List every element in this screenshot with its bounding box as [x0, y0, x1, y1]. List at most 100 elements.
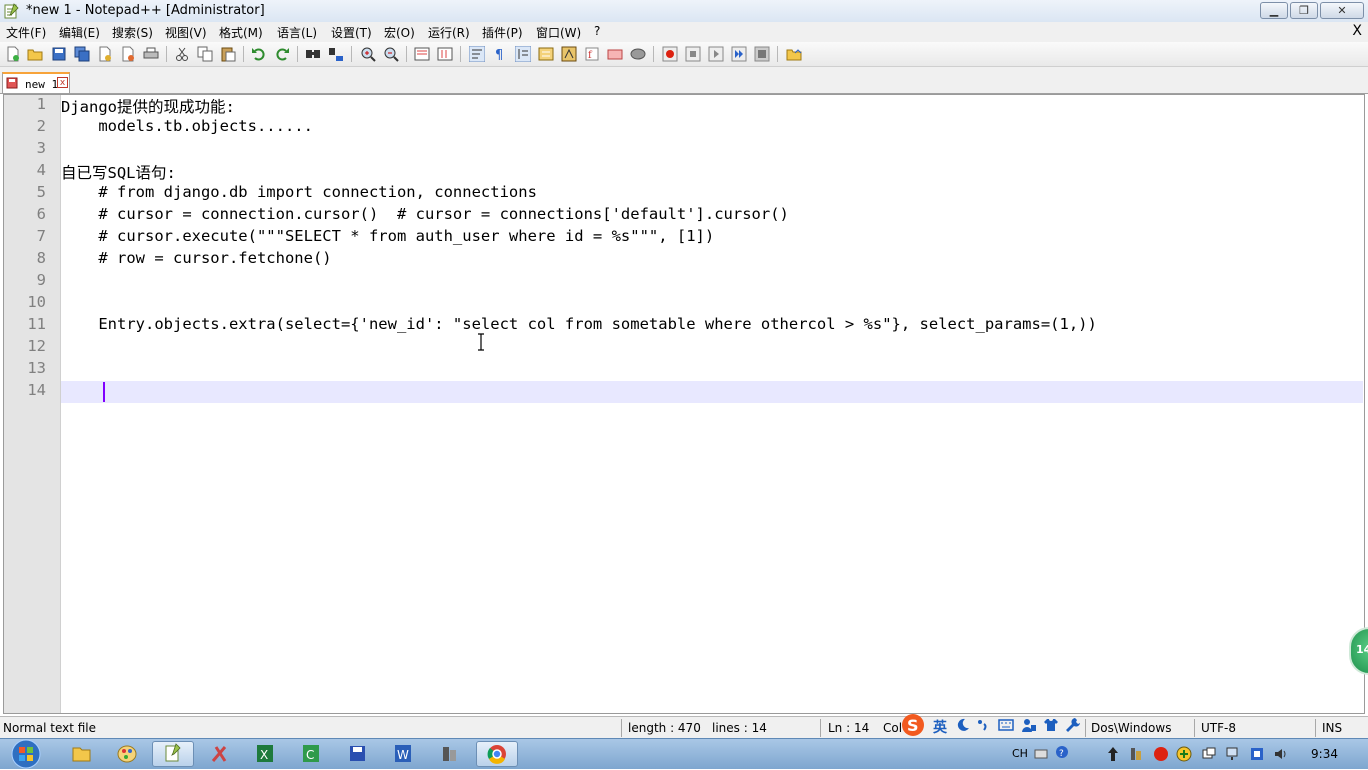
word-icon: W — [395, 745, 411, 762]
taskbar-word[interactable]: W — [382, 741, 424, 767]
monitor-icon[interactable] — [630, 46, 646, 62]
sync-horizontal-icon[interactable] — [437, 46, 453, 62]
sogou-logo-icon[interactable]: S — [898, 712, 928, 738]
taskbar-clock[interactable]: 9:34 — [1311, 747, 1338, 761]
restore-button[interactable]: ❐ — [1290, 2, 1318, 19]
ime-toolbar: S 英 — [898, 712, 1086, 738]
menu-window[interactable]: 窗口(W) — [536, 24, 581, 41]
save-icon[interactable] — [51, 46, 67, 62]
new-file-icon[interactable] — [5, 46, 21, 62]
c-app-icon: C — [303, 745, 319, 762]
taskbar-paint[interactable] — [106, 741, 148, 767]
tray-tool-icon[interactable] — [1128, 746, 1144, 762]
moon-icon[interactable] — [956, 718, 970, 732]
tray-add-icon[interactable] — [1176, 746, 1192, 762]
title-bar: *new 1 - Notepad++ [Administrator] ▁ ❐ ✕ — [0, 0, 1368, 23]
tab-new-1[interactable]: new 1 x — [2, 72, 70, 93]
menu-view[interactable]: 视图(V) — [165, 24, 207, 41]
lang-define-icon[interactable] — [538, 46, 554, 62]
tray-keyboard-icon[interactable] — [1034, 747, 1048, 761]
zoom-out-icon[interactable] — [383, 46, 399, 62]
tray-app-icon[interactable] — [1249, 746, 1265, 762]
menu-language[interactable]: 语言(L) — [277, 24, 317, 41]
line-number: 8 — [36, 249, 46, 267]
word-wrap-icon[interactable] — [469, 46, 485, 62]
paste-icon[interactable] — [220, 46, 236, 62]
sync-vertical-icon[interactable] — [414, 46, 430, 62]
open-file-icon[interactable] — [27, 46, 43, 62]
menu-edit[interactable]: 编辑(E) — [59, 24, 100, 41]
wrench-icon[interactable] — [1065, 717, 1081, 733]
ibeam-cursor-icon — [478, 333, 484, 351]
print-icon[interactable] — [143, 46, 159, 62]
doc-map-icon[interactable] — [561, 46, 577, 62]
play-macro-icon[interactable] — [708, 46, 724, 62]
tray-window-icon[interactable] — [1201, 746, 1217, 762]
menu-format[interactable]: 格式(M) — [219, 24, 263, 41]
menu-file[interactable]: 文件(F) — [6, 24, 46, 41]
tab-close-icon[interactable]: x — [57, 77, 68, 88]
function-list-icon[interactable]: f — [584, 46, 600, 62]
minimize-icon: ▁ — [1269, 4, 1279, 17]
code-line: # row = cursor.fetchone() — [61, 249, 332, 267]
close-all-icon[interactable] — [120, 46, 136, 62]
taskbar-save-app[interactable] — [336, 741, 378, 767]
punctuation-icon[interactable] — [976, 718, 990, 732]
folder-workspace-icon[interactable] — [607, 46, 623, 62]
record-macro-icon[interactable] — [662, 46, 678, 62]
user-icon[interactable] — [1021, 717, 1037, 733]
code-line: 自已写SQL语句: — [61, 164, 176, 182]
taskbar: X C W CH ? 9:34 — [0, 738, 1368, 769]
close-document-button[interactable]: X — [1352, 23, 1362, 39]
menu-search[interactable]: 搜索(S) — [112, 24, 153, 41]
current-line-highlight — [61, 381, 1363, 403]
line-number: 1 — [36, 95, 46, 113]
taskbar-excel[interactable]: X — [244, 741, 286, 767]
tray-arrow-up-icon[interactable] — [1106, 746, 1120, 762]
line-number: 12 — [27, 337, 46, 355]
taskbar-chrome[interactable] — [476, 741, 518, 767]
menu-settings[interactable]: 设置(T) — [331, 24, 372, 41]
unsaved-file-icon — [6, 77, 18, 89]
tray-input-language[interactable]: CH — [1012, 747, 1028, 760]
close-window-button[interactable]: ✕ — [1320, 2, 1364, 19]
line-number: 9 — [36, 271, 46, 289]
skin-shirt-icon[interactable] — [1043, 717, 1059, 733]
menu-help[interactable]: ? — [594, 24, 600, 38]
taskbar-explorer[interactable] — [60, 741, 102, 767]
indent-guide-icon[interactable] — [515, 46, 531, 62]
line-number: 5 — [36, 183, 46, 201]
ime-language-toggle[interactable]: 英 — [933, 717, 947, 737]
save-macro-icon[interactable] — [754, 46, 770, 62]
start-button-icon[interactable] — [6, 739, 46, 769]
taskbar-c-app[interactable]: C — [290, 741, 332, 767]
tray-record-icon[interactable] — [1153, 746, 1169, 762]
minimize-button[interactable]: ▁ — [1260, 2, 1288, 19]
close-icon[interactable] — [97, 46, 113, 62]
stop-record-icon[interactable] — [685, 46, 701, 62]
menu-macro[interactable]: 宏(O) — [384, 24, 415, 41]
replace-icon[interactable] — [328, 46, 344, 62]
menu-plugins[interactable]: 插件(P) — [482, 24, 523, 41]
undo-icon[interactable] — [251, 46, 267, 62]
zoom-in-icon[interactable] — [360, 46, 376, 62]
taskbar-notepadpp[interactable] — [152, 741, 194, 767]
notepadpp-icon — [4, 3, 19, 19]
show-all-chars-icon[interactable]: ¶ — [492, 46, 508, 62]
code-line: models.tb.objects...... — [61, 117, 313, 135]
copy-icon[interactable] — [197, 46, 213, 62]
taskbar-tool[interactable] — [198, 741, 240, 767]
redo-icon[interactable] — [274, 46, 290, 62]
editor[interactable]: 1 2 3 4 5 6 7 8 9 10 11 12 13 14 Django提供的现成功能: model… — [3, 94, 1365, 714]
tray-volume-icon[interactable] — [1273, 746, 1289, 762]
find-icon[interactable] — [305, 46, 321, 62]
cut-icon[interactable] — [174, 46, 190, 62]
save-all-icon[interactable] — [74, 46, 90, 62]
keyboard-icon[interactable] — [998, 718, 1014, 732]
tray-help-icon[interactable]: ? — [1055, 745, 1069, 759]
taskbar-tool2[interactable] — [428, 741, 470, 767]
menu-run[interactable]: 运行(R) — [428, 24, 470, 41]
open-folder-icon[interactable] — [786, 46, 802, 62]
run-macro-multiple-icon[interactable] — [731, 46, 747, 62]
tray-network-icon[interactable] — [1225, 746, 1241, 762]
